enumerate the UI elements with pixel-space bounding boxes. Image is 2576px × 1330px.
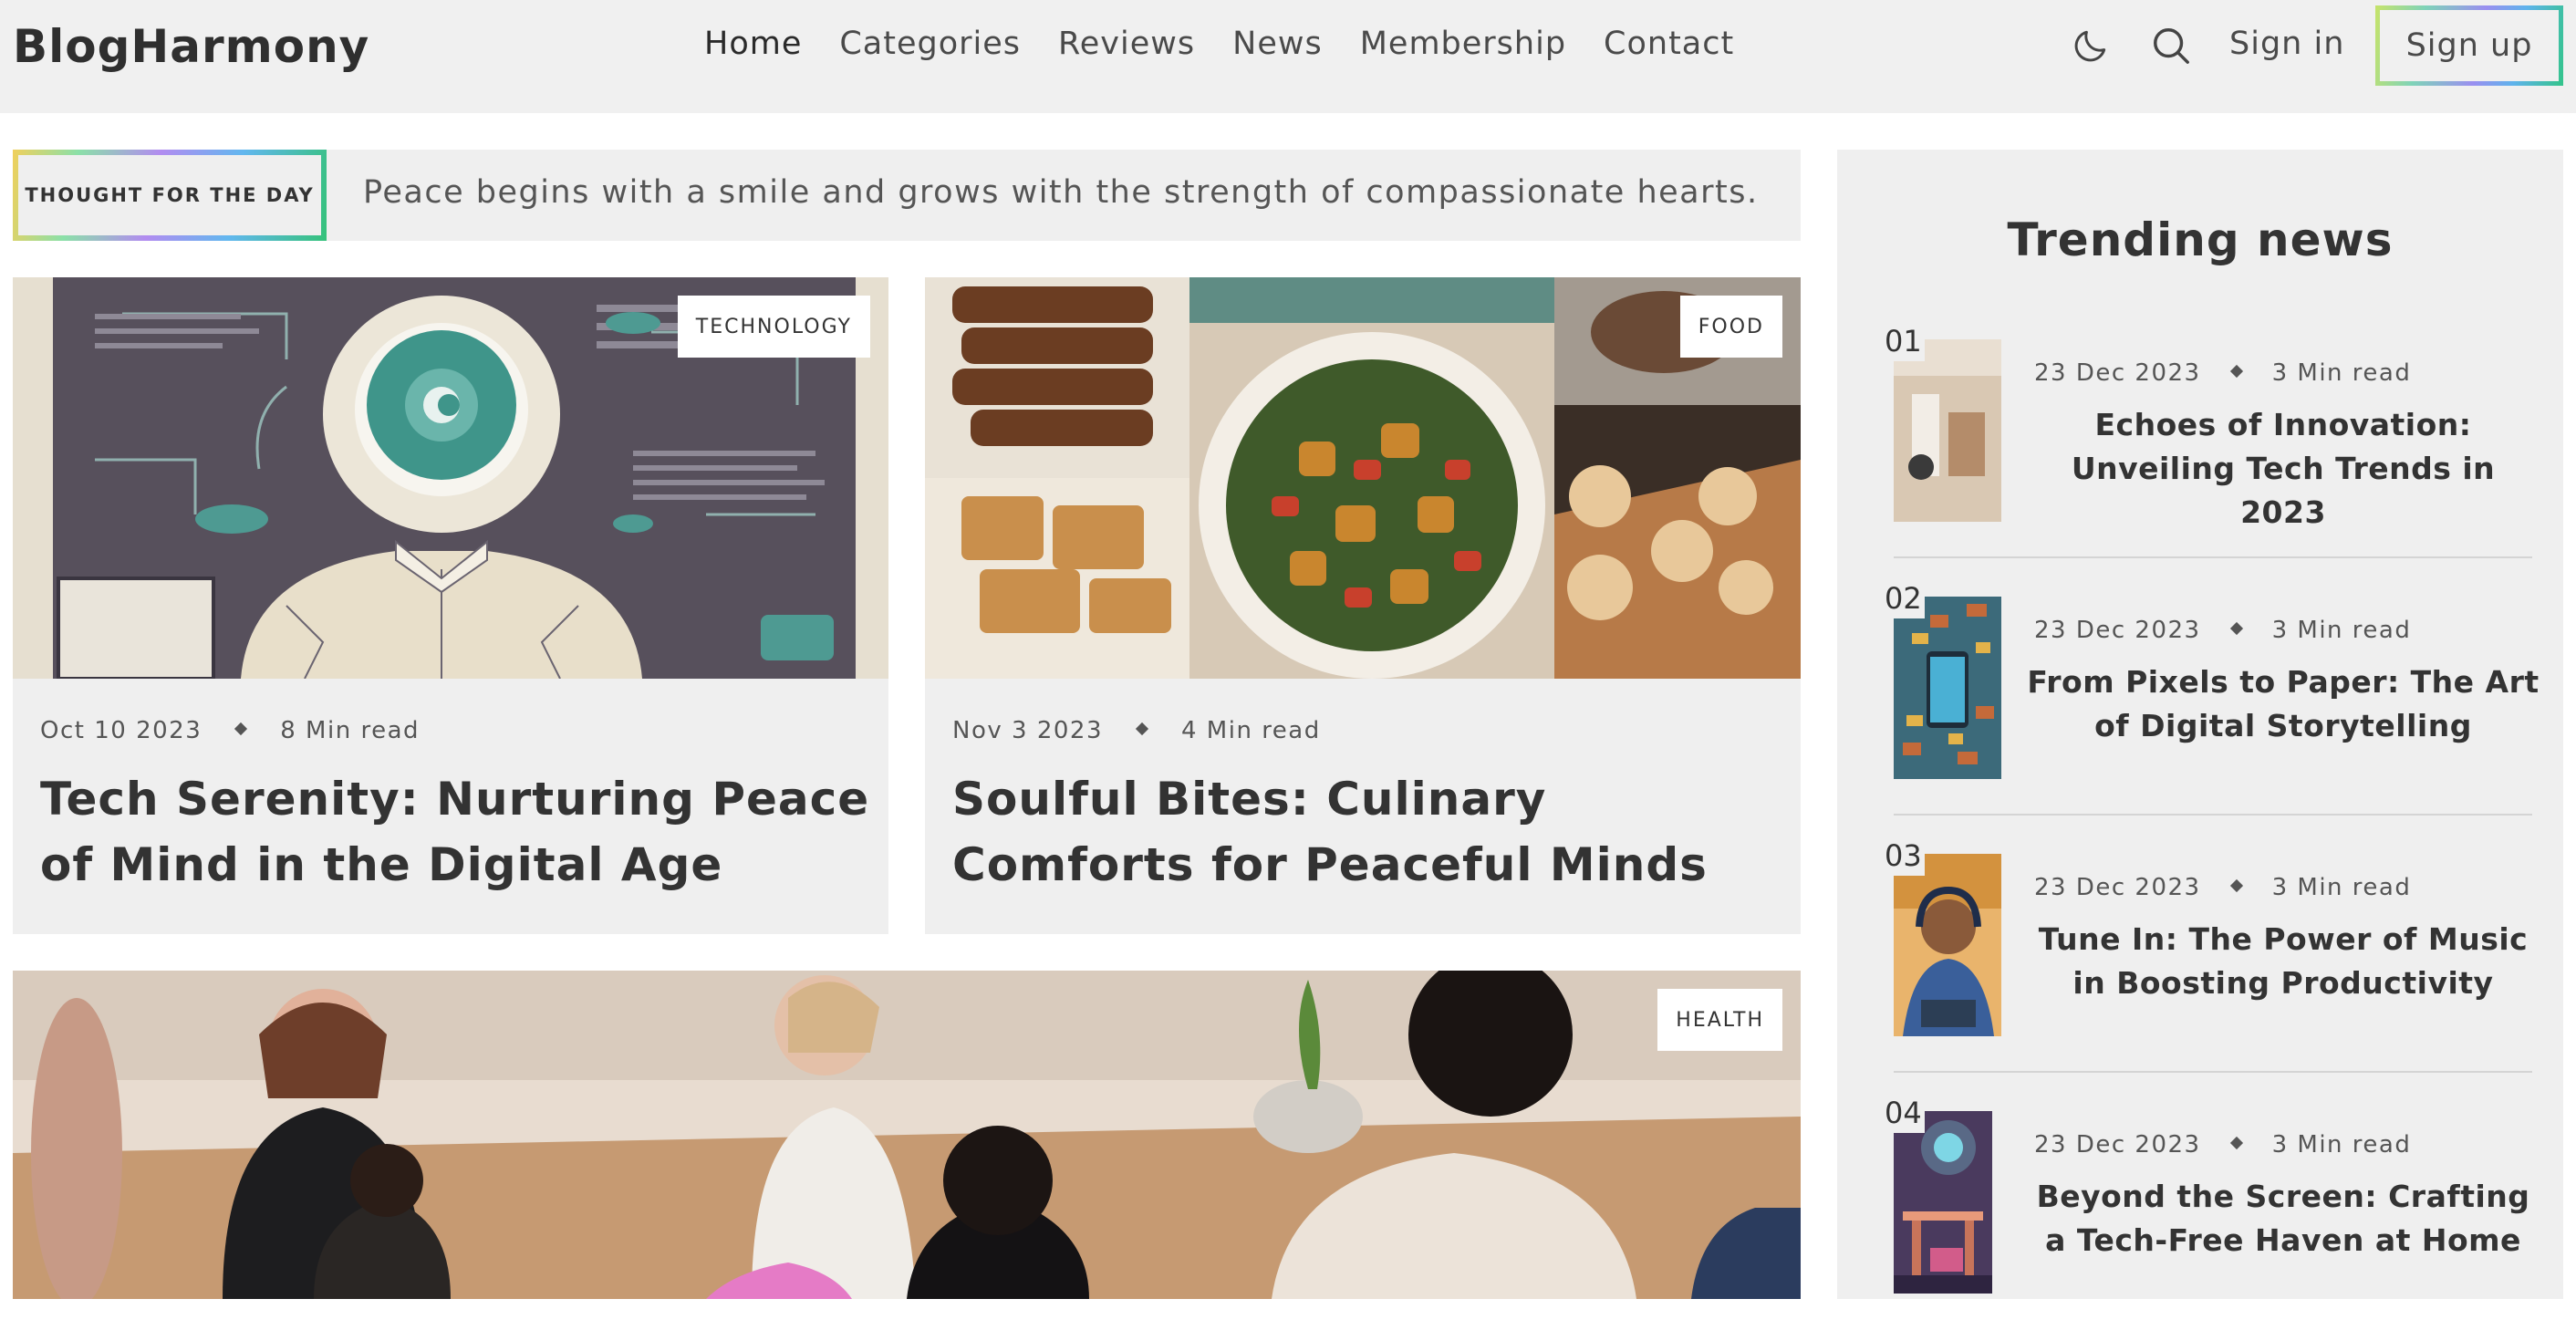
category-tag-health[interactable]: HEALTH	[1657, 989, 1782, 1051]
trending-headline[interactable]: Tune In: The Power of Music in Boosting …	[2027, 918, 2540, 1005]
trending-sidebar: Trending news 01 23 Dec 2023 3 Min read E…	[1837, 150, 2563, 1299]
separator-dot	[2229, 878, 2243, 892]
category-tag-food[interactable]: FOOD	[1679, 296, 1782, 358]
trending-date: 23 Dec 2023	[2034, 359, 2201, 387]
trending-meta: 23 Dec 2023 3 Min read	[2034, 359, 2411, 387]
separator-dot	[2229, 364, 2243, 378]
trending-date: 23 Dec 2023	[2034, 874, 2201, 901]
article-read-time: 8 Min read	[280, 717, 421, 744]
trending-meta: 23 Dec 2023 3 Min read	[2034, 617, 2411, 644]
article-meta: Oct 10 2023 8 Min read	[40, 717, 420, 744]
trending-item[interactable]: 03 23 Dec 2023 3 Min read Tune In: The Po…	[1881, 837, 2532, 1073]
article-date: Oct 10 2023	[40, 717, 203, 744]
trending-thumbnail	[1894, 597, 2001, 779]
trending-number: 01	[1881, 323, 1925, 361]
separator-dot	[2229, 621, 2243, 635]
sign-up-label: Sign up	[2380, 10, 2559, 81]
trending-item[interactable]: 01 23 Dec 2023 3 Min read Echoes of Innov…	[1881, 323, 2532, 558]
trending-item[interactable]: 02 23 Dec 2023 3 Min read From Pixels to …	[1881, 580, 2539, 816]
article-card-health[interactable]: HEALTH	[13, 971, 1801, 1299]
sign-up-button[interactable]: Sign up	[2375, 5, 2563, 86]
trending-title: Trending news	[2007, 213, 2394, 266]
separator-dot	[1135, 722, 1149, 735]
article-image-food	[925, 277, 1801, 679]
nav-news[interactable]: News	[1232, 26, 1323, 62]
nav-home[interactable]: Home	[704, 26, 802, 62]
trending-date: 23 Dec 2023	[2034, 1131, 2201, 1159]
trending-read-time: 3 Min read	[2271, 1131, 2412, 1159]
article-read-time: 4 Min read	[1180, 717, 1321, 744]
article-date: Nov 3 2023	[952, 717, 1103, 744]
trending-read-time: 3 Min read	[2271, 617, 2412, 644]
separator-dot	[2229, 1136, 2243, 1149]
nav-categories[interactable]: Categories	[839, 26, 1021, 62]
trending-number: 04	[1881, 1095, 1925, 1133]
trending-meta: 23 Dec 2023 3 Min read	[2034, 874, 2411, 901]
article-meta: Nov 3 2023 4 Min read	[952, 717, 1321, 744]
trending-read-time: 3 Min read	[2271, 874, 2412, 901]
thought-label: THOUGHT FOR THE DAY	[18, 155, 321, 235]
trending-date: 23 Dec 2023	[2034, 617, 2201, 644]
sign-in-link[interactable]: Sign in	[2229, 26, 2344, 62]
divider	[1894, 814, 2532, 816]
trending-thumbnail	[1894, 854, 2001, 1036]
divider	[1894, 556, 2532, 558]
trending-headline[interactable]: Beyond the Screen: Crafting a Tech-Free …	[2027, 1175, 2540, 1262]
nav-reviews[interactable]: Reviews	[1058, 26, 1195, 62]
trending-thumbnail	[1894, 1111, 1992, 1294]
category-tag-technology[interactable]: TECHNOLOGY	[677, 296, 870, 358]
separator-dot	[234, 722, 248, 735]
trending-headline[interactable]: From Pixels to Paper: The Art of Digital…	[2027, 660, 2540, 748]
trending-number: 02	[1881, 580, 1925, 618]
trending-headline[interactable]: Echoes of Innovation: Unveiling Tech Tre…	[2027, 403, 2540, 535]
moon-icon[interactable]	[2069, 24, 2113, 68]
article-title[interactable]: Tech Serenity: Nurturing Peace of Mind i…	[40, 766, 870, 898]
trending-thumbnail	[1894, 339, 2001, 522]
trending-read-time: 3 Min read	[2271, 359, 2412, 387]
thought-text: Peace begins with a smile and grows with…	[363, 174, 1759, 211]
article-card-food[interactable]: FOOD Nov 3 2023 4 Min read Soulful Bites:…	[925, 277, 1801, 934]
article-card-technology[interactable]: TECHNOLOGY Oct 10 2023 8 Min read Tech Se…	[13, 277, 888, 934]
thought-badge: THOUGHT FOR THE DAY	[13, 150, 327, 241]
nav-contact[interactable]: Contact	[1604, 26, 1734, 62]
nav-membership[interactable]: Membership	[1360, 26, 1566, 62]
thought-of-the-day: THOUGHT FOR THE DAY Peace begins with a …	[13, 150, 1801, 241]
main-nav: Home Categories Reviews News Membership …	[704, 26, 1771, 62]
trending-item[interactable]: 04 23 Dec 2023 3 Min read Beyond the Scre…	[1881, 1095, 2530, 1330]
site-logo[interactable]: BlogHarmony	[13, 20, 369, 73]
site-header: BlogHarmony Home Categories Reviews News…	[0, 0, 2576, 113]
trending-meta: 23 Dec 2023 3 Min read	[2034, 1131, 2411, 1159]
article-image-health	[13, 971, 1801, 1299]
article-title[interactable]: Soulful Bites: Culinary Comforts for Pea…	[952, 766, 1782, 898]
divider	[1894, 1071, 2532, 1073]
search-icon[interactable]	[2149, 24, 2193, 68]
trending-number: 03	[1881, 837, 1925, 876]
